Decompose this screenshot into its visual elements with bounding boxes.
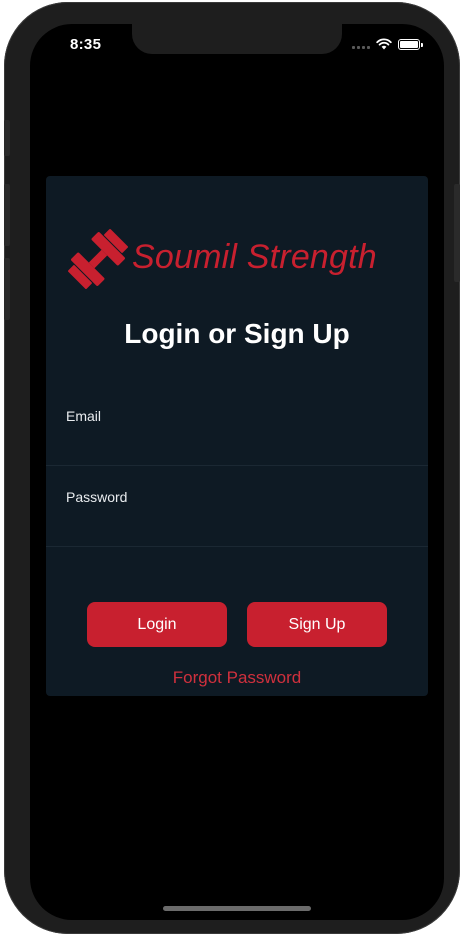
dumbbell-icon xyxy=(68,229,128,289)
battery-level xyxy=(400,40,418,48)
password-field[interactable]: Password xyxy=(46,467,428,547)
power-button xyxy=(454,184,460,282)
battery-icon xyxy=(398,38,423,50)
wifi-icon xyxy=(376,38,392,50)
phone-frame: 8:35 Soumil Strength Login or Sign Up Em… xyxy=(4,2,460,934)
login-card: Soumil Strength Login or Sign Up Email P… xyxy=(46,176,428,696)
silent-switch xyxy=(4,120,10,156)
page-title: Login or Sign Up xyxy=(124,318,350,349)
volume-down-button xyxy=(4,258,10,320)
signup-button[interactable]: Sign Up xyxy=(247,602,387,647)
cellular-signal-icon xyxy=(352,39,370,49)
email-label: Email xyxy=(66,408,102,424)
brand-logo: Soumil Strength xyxy=(66,228,396,290)
status-time: 8:35 xyxy=(70,36,102,53)
password-input[interactable] xyxy=(66,509,408,537)
login-button[interactable]: Login xyxy=(87,602,227,647)
email-field[interactable]: Email xyxy=(46,386,428,466)
password-label: Password xyxy=(66,489,128,505)
notch xyxy=(132,24,342,54)
home-indicator[interactable] xyxy=(163,906,311,911)
screen: 8:35 Soumil Strength Login or Sign Up Em… xyxy=(30,24,444,920)
forgot-password-link[interactable]: Forgot Password xyxy=(46,668,428,688)
email-input[interactable] xyxy=(66,428,408,456)
volume-up-button xyxy=(4,184,10,246)
status-icons xyxy=(352,38,423,50)
brand-name: Soumil Strength xyxy=(132,238,377,276)
